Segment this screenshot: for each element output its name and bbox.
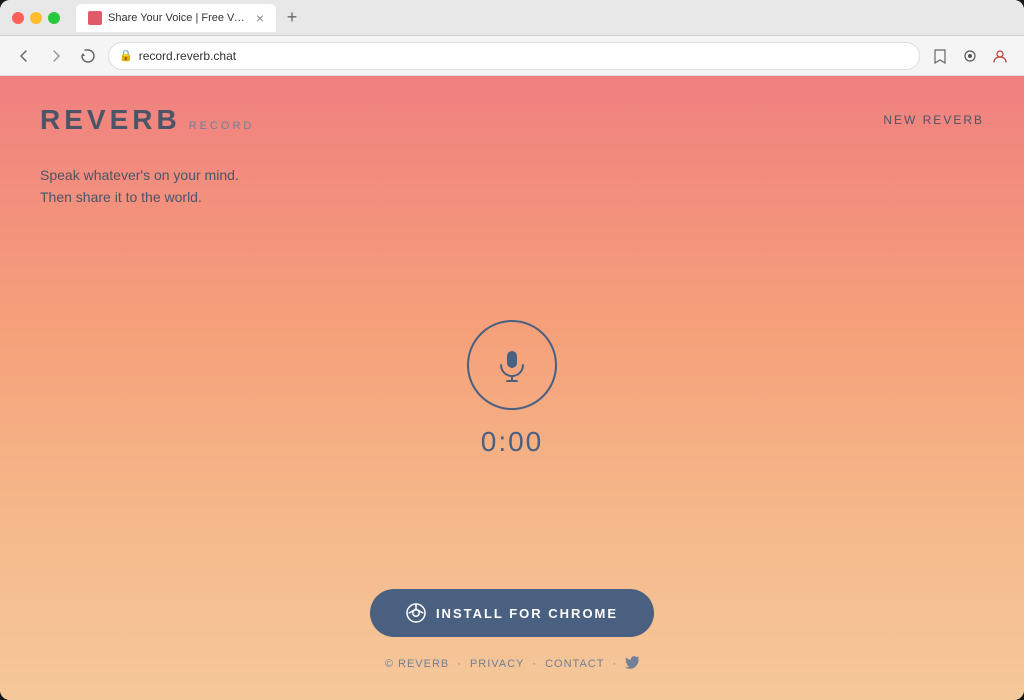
back-button[interactable] [12,44,36,68]
url-display: record.reverb.chat [139,49,236,63]
footer-dot-2: · [532,658,537,670]
footer-area: INSTALL FOR CHROME © REVERB · PRIVACY · … [0,589,1024,700]
footer-contact-link[interactable]: CONTACT [545,658,604,670]
close-traffic-light[interactable] [12,12,24,24]
active-tab[interactable]: Share Your Voice | Free Voice N... × [76,4,276,32]
footer-dot-1: · [457,658,462,670]
reload-button[interactable] [76,44,100,68]
logo-main: REVERB [40,104,181,136]
maximize-traffic-light[interactable] [48,12,60,24]
footer-dot-3: · [612,658,617,670]
mic-icon [494,347,530,383]
footer-links: © REVERB · PRIVACY · CONTACT · [385,655,639,672]
traffic-lights [12,12,60,24]
browser-tabs: Share Your Voice | Free Voice N... × + [76,4,304,32]
app-content: REVERB RECORD NEW REVERB Speak whatever'… [0,76,1024,700]
app-nav: REVERB RECORD NEW REVERB [0,76,1024,136]
new-reverb-link[interactable]: NEW REVERB [883,113,984,127]
logo-area: REVERB RECORD [40,104,254,136]
lock-icon: 🔒 [119,49,133,62]
footer-copyright: © REVERB [385,658,449,670]
browser-titlebar: Share Your Voice | Free Voice N... × + [0,0,1024,36]
tagline-line1: Speak whatever's on your mind. [40,164,984,186]
browser-toolbar: 🔒 record.reverb.chat [0,36,1024,76]
forward-button[interactable] [44,44,68,68]
logo-sub: RECORD [189,120,255,132]
bookmark-icon[interactable] [928,44,952,68]
profile-icon[interactable] [988,44,1012,68]
chrome-icon [406,603,426,623]
browser-window: Share Your Voice | Free Voice N... × + 🔒… [0,0,1024,700]
record-button[interactable] [467,320,557,410]
footer-privacy-link[interactable]: PRIVACY [470,658,524,670]
address-bar[interactable]: 🔒 record.reverb.chat [108,42,920,70]
tab-favicon [88,11,102,25]
tab-close-button[interactable]: × [256,11,264,25]
install-btn-label: INSTALL FOR CHROME [436,606,618,621]
main-area: 0:00 [0,189,1024,589]
twitter-icon[interactable] [625,655,639,672]
minimize-traffic-light[interactable] [30,12,42,24]
install-chrome-button[interactable]: INSTALL FOR CHROME [370,589,654,637]
tab-title: Share Your Voice | Free Voice N... [108,12,250,24]
toolbar-actions [928,44,1012,68]
new-tab-button[interactable]: + [280,6,304,30]
timer-display: 0:00 [481,426,544,458]
extension-icon[interactable] [958,44,982,68]
